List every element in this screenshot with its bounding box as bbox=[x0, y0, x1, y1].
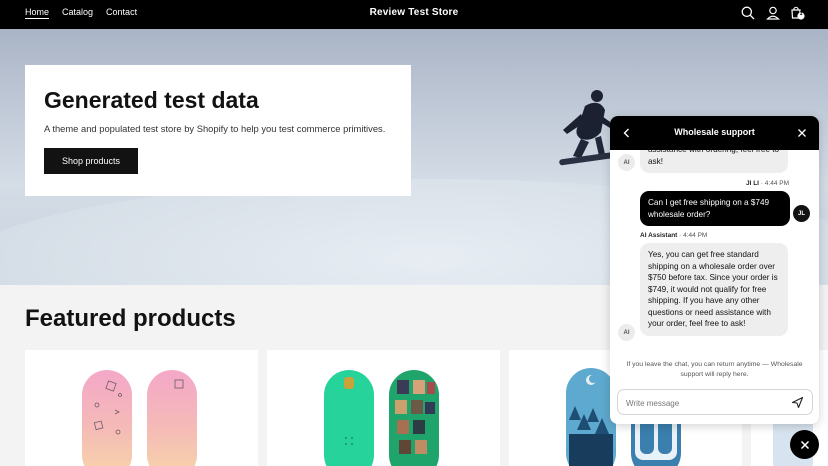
message-time: 4:44 PM bbox=[764, 180, 789, 187]
sender-name: JI LI bbox=[745, 180, 759, 187]
message-input-box bbox=[617, 389, 813, 415]
chat-toggle-button[interactable] bbox=[790, 430, 819, 459]
product-image bbox=[324, 370, 439, 466]
chat-title: Wholesale support bbox=[674, 127, 755, 137]
hero-text-box: Generated test data A theme and populate… bbox=[25, 65, 411, 196]
search-icon[interactable] bbox=[740, 5, 756, 21]
cart-count-badge: 1 bbox=[799, 11, 803, 17]
product-card[interactable] bbox=[25, 350, 258, 466]
ai-message-bubble: assistance with ordering, feel free to a… bbox=[640, 150, 788, 173]
account-icon[interactable] bbox=[765, 5, 781, 21]
ai-message-bubble: Yes, you can get free standard shipping … bbox=[640, 243, 788, 336]
send-icon[interactable] bbox=[791, 396, 804, 409]
user-avatar: JL bbox=[793, 205, 810, 222]
user-message-bubble: Can I get free shipping on a $749 wholes… bbox=[640, 191, 790, 226]
chat-header: Wholesale support bbox=[610, 116, 819, 150]
ai-avatar: AI bbox=[618, 154, 635, 171]
message-time: 4:44 PM bbox=[683, 232, 708, 239]
message-meta: AI Assistant · 4:44 PM bbox=[640, 232, 708, 239]
chat-messages: assistance with ordering, feel free to a… bbox=[610, 150, 819, 358]
hero-subtitle: A theme and populated test store by Shop… bbox=[44, 123, 386, 134]
sender-name: AI Assistant bbox=[640, 232, 678, 239]
product-image bbox=[82, 370, 197, 466]
store-title[interactable]: Review Test Store bbox=[0, 7, 828, 18]
ai-avatar: AI bbox=[618, 324, 635, 341]
hero-title: Generated test data bbox=[44, 87, 259, 113]
chat-widget: Wholesale support assistance with orderi… bbox=[610, 116, 819, 424]
shop-products-button[interactable]: Shop products bbox=[44, 148, 138, 174]
chat-leave-note: If you leave the chat, you can return an… bbox=[626, 361, 803, 378]
site-header: Home Catalog Contact Review Test Store 1 bbox=[0, 0, 828, 29]
close-icon[interactable] bbox=[795, 126, 809, 140]
message-input[interactable] bbox=[626, 395, 786, 411]
message-meta: JI LI · 4:44 PM bbox=[745, 180, 789, 187]
featured-products-heading: Featured products bbox=[25, 305, 236, 332]
close-icon bbox=[800, 440, 809, 449]
product-card[interactable] bbox=[267, 350, 500, 466]
